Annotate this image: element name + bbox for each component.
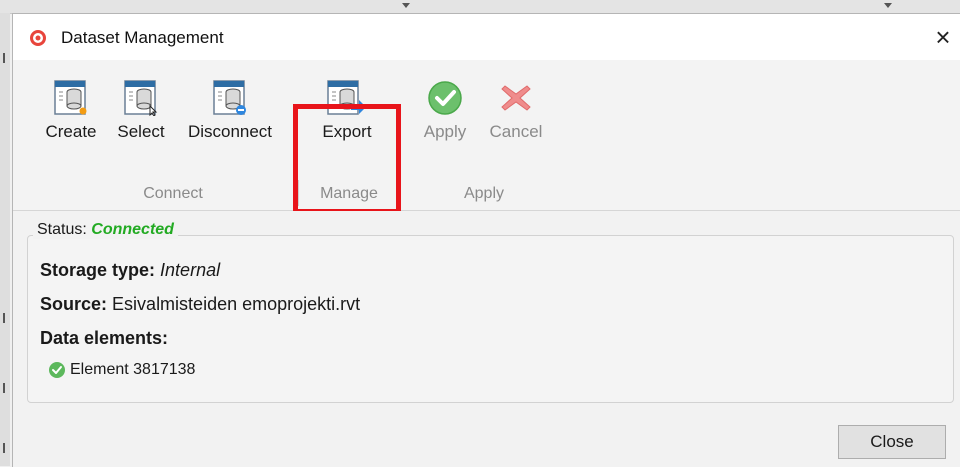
group-label-connect: Connect [143,185,203,202]
cross-icon [501,85,531,111]
status-legend: Status: Connected [33,221,178,239]
create-dataset-icon [54,80,87,115]
data-elements-label: Data elements: [40,328,169,348]
source-value: Esivalmisteiden emoprojekti.rvt [112,294,361,314]
edge-marker [3,383,5,393]
data-elements-line: Data elements: [40,328,168,349]
dataset-management-dialog: Dataset Management × Create Select Disco… [12,13,960,467]
select-button[interactable]: Select [113,80,169,142]
storage-type-line: Storage type: Internal [40,260,220,281]
edge-marker [3,53,5,63]
disconnect-label: Disconnect [187,122,273,141]
source-line: Source: Esivalmisteiden emoprojekti.rvt [40,294,360,315]
data-element-item[interactable]: Element 3817138 [48,361,195,379]
title-bar: Dataset Management × [13,14,960,60]
check-circle-icon [428,81,462,115]
cancel-button[interactable]: Cancel [485,80,547,142]
edge-marker [3,313,5,323]
app-logo-icon [30,30,46,46]
check-circle-icon [49,362,65,378]
background-app-edge [0,13,10,466]
disconnect-button[interactable]: Disconnect [179,80,281,142]
ribbon-toolbar: Create Select Disconnect Export Apply Ca… [13,60,960,214]
dropdown-arrow-icon [402,3,410,8]
disconnect-dataset-icon [213,80,246,115]
apply-button[interactable]: Apply [419,80,471,142]
create-label: Create [45,122,97,141]
select-label: Select [117,122,165,141]
storage-type-label: Storage type: [40,260,156,280]
data-element-label: Element 3817138 [70,361,196,378]
source-label: Source: [40,294,108,314]
close-button[interactable]: Close [838,425,946,459]
window-title: Dataset Management [61,28,224,47]
background-app-strip [0,0,960,14]
create-button[interactable]: Create [41,80,101,142]
status-value: Connected [91,221,174,238]
status-label: Status: [37,221,87,238]
select-dataset-icon [124,80,158,116]
details-panel: Storage type: Internal Source: Esivalmis… [13,211,960,467]
edge-marker [3,443,5,453]
export-highlight-box [293,104,401,214]
cancel-label: Cancel [489,122,543,141]
dropdown-arrow-icon [884,3,892,8]
group-label-apply: Apply [463,185,505,202]
storage-type-value: Internal [160,260,221,280]
status-groupbox: Storage type: Internal Source: Esivalmis… [27,235,954,403]
apply-label: Apply [423,122,467,141]
window-close-button[interactable]: × [928,22,958,52]
